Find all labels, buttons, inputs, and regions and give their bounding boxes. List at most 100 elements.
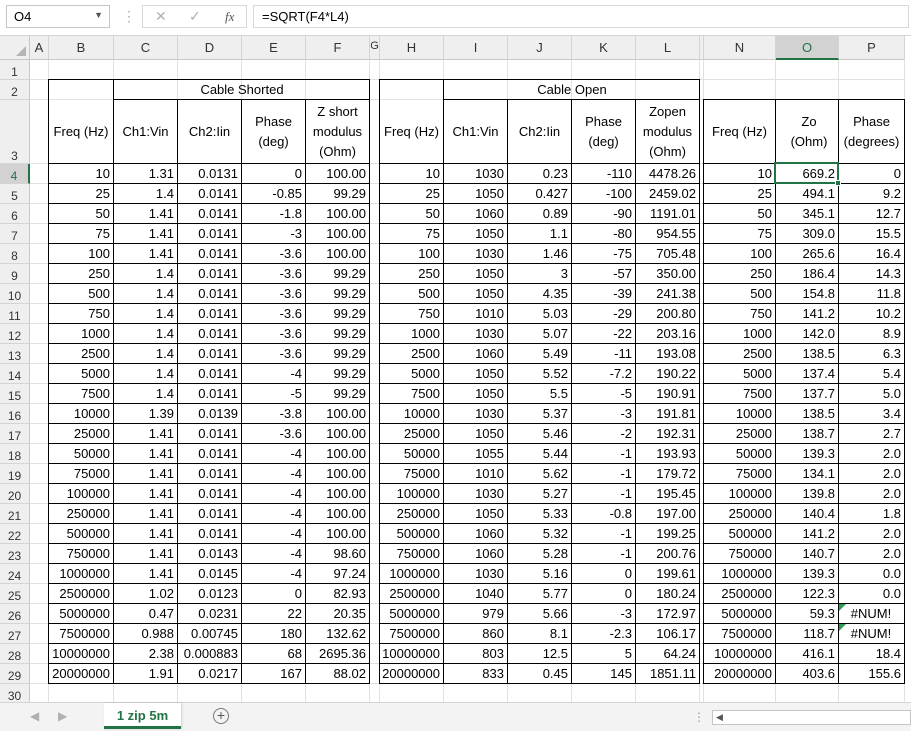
cell-f10[interactable]: 99.29 <box>306 286 368 303</box>
cell-p15[interactable]: 5.0 <box>839 386 903 403</box>
add-sheet-icon[interactable]: + <box>213 708 229 724</box>
cell-n9[interactable]: 250 <box>704 266 774 283</box>
cell-c29[interactable]: 1.91 <box>114 666 176 683</box>
cell-n7[interactable]: 75 <box>704 226 774 243</box>
cell-j4[interactable]: 0.23 <box>508 166 570 183</box>
cell-e7[interactable]: -3 <box>242 226 304 243</box>
column-header-f[interactable]: F <box>306 36 370 60</box>
cell-k27[interactable]: -2.3 <box>572 626 634 643</box>
cell-h27[interactable]: 7500000 <box>380 626 442 643</box>
cell-e20[interactable]: -4 <box>242 486 304 503</box>
cell-d10[interactable]: 0.0141 <box>178 286 240 303</box>
cell-c9[interactable]: 1.4 <box>114 266 176 283</box>
row-header-22[interactable]: 22 <box>0 524 30 544</box>
cell-b4[interactable]: 10 <box>49 166 112 183</box>
cell-o17[interactable]: 138.7 <box>776 426 837 443</box>
cell-p18[interactable]: 2.0 <box>839 446 903 463</box>
cell-h12[interactable]: 1000 <box>380 326 442 343</box>
cell-i10[interactable]: 1050 <box>444 286 506 303</box>
cell-i11[interactable]: 1010 <box>444 306 506 323</box>
cell-o29[interactable]: 403.6 <box>776 666 837 683</box>
cell-o7[interactable]: 309.0 <box>776 226 837 243</box>
cell-e13[interactable]: -3.6 <box>242 346 304 363</box>
cell-c12[interactable]: 1.4 <box>114 326 176 343</box>
row-header-28[interactable]: 28 <box>0 644 30 664</box>
cell-n20[interactable]: 100000 <box>704 486 774 503</box>
cell-n8[interactable]: 100 <box>704 246 774 263</box>
cell-k10[interactable]: -39 <box>572 286 634 303</box>
cell-j25[interactable]: 5.77 <box>508 586 570 603</box>
cell-h18[interactable]: 50000 <box>380 446 442 463</box>
cell-p5[interactable]: 9.2 <box>839 186 903 203</box>
cell-o12[interactable]: 142.0 <box>776 326 837 343</box>
column-header-n[interactable]: N <box>704 36 776 60</box>
cell-d19[interactable]: 0.0141 <box>178 466 240 483</box>
header-l[interactable]: Zopen modulus (Ohm) <box>636 100 699 163</box>
cell-d5[interactable]: 0.0141 <box>178 186 240 203</box>
cell-n27[interactable]: 7500000 <box>704 626 774 643</box>
header-o[interactable]: Zo (Ohm) <box>776 100 838 163</box>
cell-n26[interactable]: 5000000 <box>704 606 774 623</box>
cell-h14[interactable]: 5000 <box>380 366 442 383</box>
cell-c5[interactable]: 1.4 <box>114 186 176 203</box>
cell-f27[interactable]: 132.62 <box>306 626 368 643</box>
cell-l18[interactable]: 193.93 <box>636 446 698 463</box>
cell-n29[interactable]: 20000000 <box>704 666 774 683</box>
cell-c28[interactable]: 2.38 <box>114 646 176 663</box>
cell-o13[interactable]: 138.5 <box>776 346 837 363</box>
cell-f20[interactable]: 100.00 <box>306 486 368 503</box>
cell-c8[interactable]: 1.41 <box>114 246 176 263</box>
cell-j27[interactable]: 8.1 <box>508 626 570 643</box>
cell-c4[interactable]: 1.31 <box>114 166 176 183</box>
cell-h26[interactable]: 5000000 <box>380 606 442 623</box>
cell-b26[interactable]: 5000000 <box>49 606 112 623</box>
header-j[interactable]: Ch2:Iin <box>508 100 571 163</box>
cell-e5[interactable]: -0.85 <box>242 186 304 203</box>
cell-i17[interactable]: 1050 <box>444 426 506 443</box>
row-header-11[interactable]: 11 <box>0 304 30 324</box>
cell-b13[interactable]: 2500 <box>49 346 112 363</box>
cell-c13[interactable]: 1.4 <box>114 346 176 363</box>
cell-l7[interactable]: 954.55 <box>636 226 698 243</box>
cell-d4[interactable]: 0.0131 <box>178 166 240 183</box>
cell-j7[interactable]: 1.1 <box>508 226 570 243</box>
cell-j20[interactable]: 5.27 <box>508 486 570 503</box>
cell-o10[interactable]: 154.8 <box>776 286 837 303</box>
cell-p16[interactable]: 3.4 <box>839 406 903 423</box>
cell-e11[interactable]: -3.6 <box>242 306 304 323</box>
cell-j28[interactable]: 12.5 <box>508 646 570 663</box>
cell-j11[interactable]: 5.03 <box>508 306 570 323</box>
row-header-6[interactable]: 6 <box>0 204 30 224</box>
cell-p17[interactable]: 2.7 <box>839 426 903 443</box>
cell-c20[interactable]: 1.41 <box>114 486 176 503</box>
cell-b22[interactable]: 500000 <box>49 526 112 543</box>
cell-c21[interactable]: 1.41 <box>114 506 176 523</box>
cell-k15[interactable]: -5 <box>572 386 634 403</box>
row-header-7[interactable]: 7 <box>0 224 30 244</box>
cell-b17[interactable]: 25000 <box>49 426 112 443</box>
cell-i15[interactable]: 1050 <box>444 386 506 403</box>
cell-i29[interactable]: 833 <box>444 666 506 683</box>
column-header-o[interactable]: O <box>776 36 839 60</box>
cell-f25[interactable]: 82.93 <box>306 586 368 603</box>
cell-p28[interactable]: 18.4 <box>839 646 903 663</box>
cell-l17[interactable]: 192.31 <box>636 426 698 443</box>
cell-c18[interactable]: 1.41 <box>114 446 176 463</box>
row-header-15[interactable]: 15 <box>0 384 30 404</box>
cell-h24[interactable]: 1000000 <box>380 566 442 583</box>
cell-f16[interactable]: 100.00 <box>306 406 368 423</box>
cell-f8[interactable]: 100.00 <box>306 246 368 263</box>
cell-f14[interactable]: 99.29 <box>306 366 368 383</box>
column-header-p[interactable]: P <box>839 36 905 60</box>
cell-d7[interactable]: 0.0141 <box>178 226 240 243</box>
cell-l23[interactable]: 200.76 <box>636 546 698 563</box>
cell-b9[interactable]: 250 <box>49 266 112 283</box>
cell-i16[interactable]: 1030 <box>444 406 506 423</box>
cell-l19[interactable]: 179.72 <box>636 466 698 483</box>
cell-b20[interactable]: 100000 <box>49 486 112 503</box>
column-header-d[interactable]: D <box>178 36 242 60</box>
cell-d6[interactable]: 0.0141 <box>178 206 240 223</box>
cell-k28[interactable]: 5 <box>572 646 634 663</box>
cell-f12[interactable]: 99.29 <box>306 326 368 343</box>
cell-f6[interactable]: 100.00 <box>306 206 368 223</box>
